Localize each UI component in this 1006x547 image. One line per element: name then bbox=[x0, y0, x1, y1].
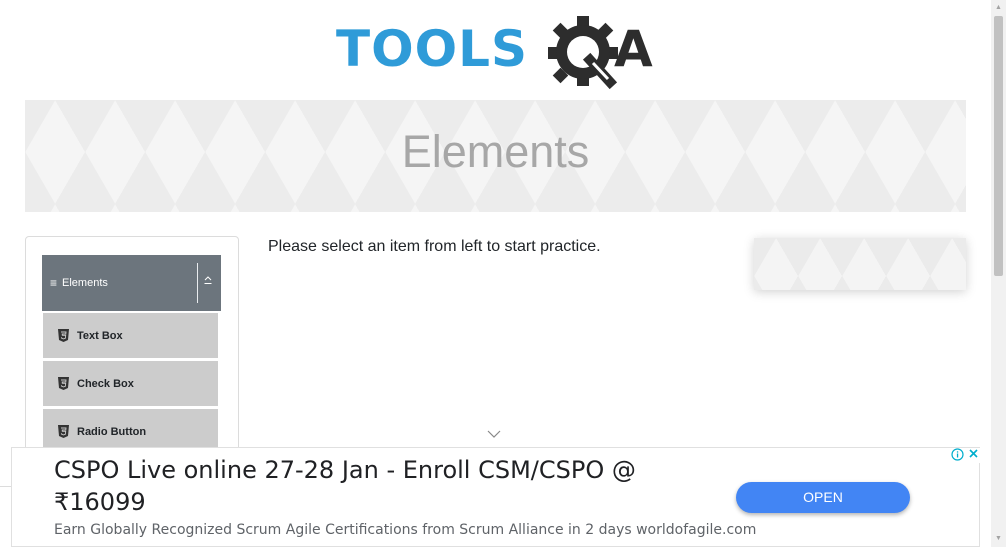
scroll-down-arrow-icon[interactable]: ▼ bbox=[994, 534, 1003, 544]
hamburger-icon: ≡ bbox=[50, 276, 58, 290]
left-panel: ≡ Elements Text Box Check Box Radio Butt… bbox=[25, 236, 239, 478]
group-header-elements[interactable]: ≡ Elements bbox=[42, 255, 221, 311]
menu-item-label: Text Box bbox=[77, 329, 123, 342]
ad-title[interactable]: CSPO Live online 27-28 Jan - Enroll CSM/… bbox=[54, 454, 694, 518]
menu-item-check-box[interactable]: Check Box bbox=[43, 361, 218, 406]
toolsqa-logo[interactable]: TOOLS A bbox=[336, 14, 660, 90]
page-banner: Elements bbox=[25, 100, 966, 212]
vertical-scrollbar[interactable]: ▲ ▼ bbox=[991, 0, 1006, 547]
html5-icon bbox=[57, 425, 69, 438]
instruction-text: Please select an item from left to start… bbox=[268, 238, 601, 255]
ad-info-icon[interactable] bbox=[950, 448, 965, 463]
html5-icon bbox=[57, 329, 69, 342]
side-widget bbox=[754, 238, 966, 290]
gear-magnifier-icon bbox=[548, 16, 618, 90]
ad-description[interactable]: Earn Globally Recognized Scrum Agile Cer… bbox=[54, 522, 756, 538]
scroll-up-arrow-icon[interactable]: ▲ bbox=[994, 3, 1003, 13]
header-divider bbox=[197, 263, 198, 303]
advertisement-banner[interactable]: CSPO Live online 27-28 Jan - Enroll CSM/… bbox=[11, 447, 981, 547]
ad-close-icon[interactable] bbox=[966, 448, 981, 463]
ad-divider bbox=[0, 486, 11, 487]
collapse-icon[interactable] bbox=[204, 275, 212, 290]
menu-item-label: Check Box bbox=[77, 377, 134, 390]
chevron-down-icon[interactable] bbox=[486, 429, 502, 439]
menu-item-label: Radio Button bbox=[77, 425, 147, 438]
menu-item-text-box[interactable]: Text Box bbox=[43, 313, 218, 358]
html5-icon bbox=[57, 377, 69, 390]
logo-suffix: A bbox=[614, 20, 653, 78]
page-title: Elements bbox=[401, 126, 590, 177]
ad-open-button[interactable]: OPEN bbox=[736, 482, 910, 513]
scroll-thumb[interactable] bbox=[994, 16, 1003, 276]
logo-text: TOOLS bbox=[336, 20, 528, 78]
group-title: Elements bbox=[62, 277, 108, 289]
